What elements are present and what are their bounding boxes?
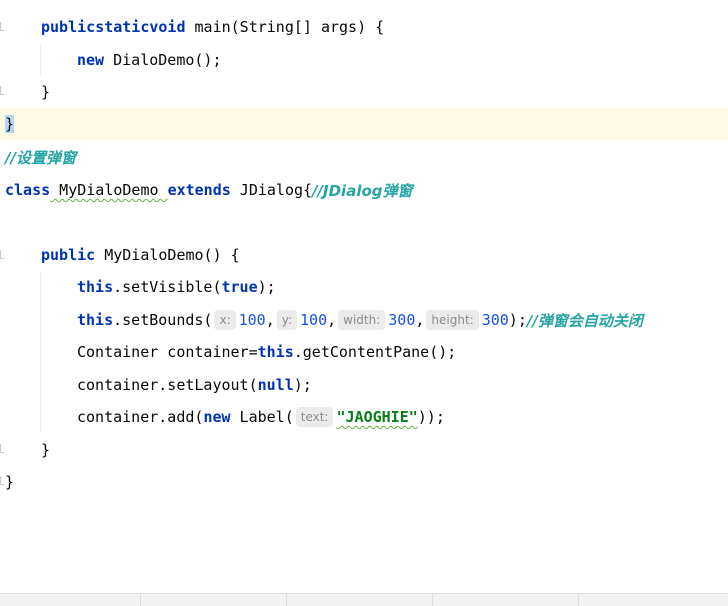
code-text: JDialog{ [230, 181, 313, 199]
code-line-4-current: } [0, 108, 728, 140]
code-text: .getContentPane(); [293, 343, 457, 361]
code-text: MyDialoDemo() { [95, 246, 240, 264]
code-text: } [41, 441, 51, 459]
code-text: Container container= [77, 343, 258, 361]
code-line-3: } [0, 76, 728, 108]
keyword: public [41, 18, 96, 36]
code-text: container.add( [77, 408, 204, 426]
parameter-hint: text: [295, 407, 334, 427]
scrollbar-segment [141, 594, 287, 606]
code-line-5: //设置弹窗 [0, 141, 728, 173]
keyword: this [77, 278, 114, 296]
fold-marker-icon[interactable] [0, 444, 4, 453]
code-line-2: new DialoDemo(); [0, 44, 728, 76]
keyword: static [95, 18, 150, 36]
comment: //JDialog弹窗 [312, 181, 413, 200]
scrollbar-segment [0, 594, 141, 606]
code-line-6: class MyDialoDemo extends JDialog{//JDia… [0, 174, 728, 206]
matched-brace: } [5, 115, 15, 133]
code-text: Label( [230, 408, 294, 426]
keyword: class [5, 181, 51, 199]
keyword: new [77, 51, 105, 69]
scrollbar-segment [433, 594, 579, 606]
parameter-hint: height: [426, 310, 479, 330]
code-text: container.setLayout( [77, 376, 258, 394]
code-line-7: public MyDialoDemo() { [0, 239, 728, 271]
scrollbar-segment [579, 594, 659, 606]
parameter-hint: y: [276, 310, 298, 330]
parameter-hint: x: [214, 310, 236, 330]
keyword: public [41, 246, 96, 264]
code-line-1: public static void main(String[] args) { [0, 11, 728, 43]
code-line-12: container.add(new Label(text: "JAOGHIE"))… [0, 401, 728, 433]
comment: //设置弹窗 [5, 148, 76, 167]
keyword: this [77, 311, 114, 329]
code-line-11: container.setLayout(null); [0, 369, 728, 401]
fold-marker-icon[interactable] [0, 22, 4, 31]
code-text: DialoDemo(); [104, 51, 222, 69]
number: 300 [388, 311, 416, 329]
code-line-14: } [0, 466, 728, 498]
code-line-10: Container container= this .getContentPane(… [0, 336, 728, 368]
code-text: } [41, 83, 51, 101]
code-text: } [5, 473, 15, 491]
code-line-9: this .setBounds(x: 100, y: 100, width: 300, hei… [77, 310, 643, 330]
code-editor[interactable]: public static void main(String[] args) {… [0, 0, 728, 593]
class-name: MyDialoDemo [50, 181, 168, 199]
fold-marker-icon[interactable] [0, 250, 4, 259]
number: 300 [481, 311, 509, 329]
keyword: true [221, 278, 258, 296]
keyword: void [149, 18, 186, 36]
number: 100 [238, 311, 266, 329]
code-text: ); [508, 311, 527, 329]
code-text: ); [257, 278, 276, 296]
keyword: new [203, 408, 231, 426]
code-text: main(String[] args) { [185, 18, 385, 36]
code-line-8: this .setVisible(true); [0, 271, 728, 303]
keyword: this [257, 343, 294, 361]
number: 100 [300, 311, 328, 329]
code-text: ); [293, 376, 312, 394]
keyword: extends [167, 181, 231, 199]
code-text: .setVisible( [113, 278, 222, 296]
fold-marker-icon[interactable] [0, 476, 4, 485]
scrollbar-segment [287, 594, 433, 606]
keyword: null [257, 376, 294, 394]
code-text: )); [417, 408, 445, 426]
string-literal: "JAOGHIE" [336, 408, 418, 426]
code-text: .setBounds( [113, 311, 213, 329]
horizontal-scrollbar[interactable] [0, 593, 728, 606]
fold-marker-icon[interactable] [0, 86, 4, 95]
code-line-13: } [0, 434, 728, 466]
comment: //弹窗会自动关闭 [526, 311, 643, 330]
parameter-hint: width: [338, 310, 386, 330]
